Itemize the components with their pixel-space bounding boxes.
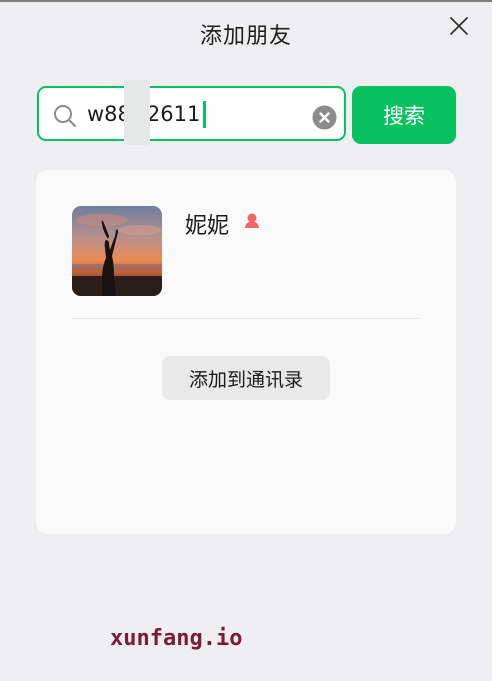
dialog-title: 添加朋友	[199, 24, 292, 49]
text-caret	[203, 101, 206, 128]
search-value-end: 2611	[146, 102, 201, 126]
avatar-sunset-image	[72, 206, 162, 296]
add-to-contacts-button[interactable]: 添加到通讯录	[162, 356, 330, 400]
female-gender-icon	[245, 213, 259, 228]
drag-handle[interactable]	[124, 80, 150, 145]
clear-circle-icon[interactable]	[312, 105, 337, 130]
search-input[interactable]: w88 2611	[37, 80, 346, 145]
search-result-card: 妮妮 添加到通讯录	[36, 170, 456, 534]
avatar[interactable]	[72, 206, 162, 296]
watermark: xunfang.io	[110, 626, 243, 651]
window-top-border	[0, 0, 492, 2]
search-icon	[54, 105, 76, 127]
contact-name: 妮妮	[185, 214, 230, 239]
close-icon[interactable]	[448, 15, 470, 37]
search-button[interactable]: 搜索	[352, 86, 456, 144]
divider	[72, 318, 420, 319]
